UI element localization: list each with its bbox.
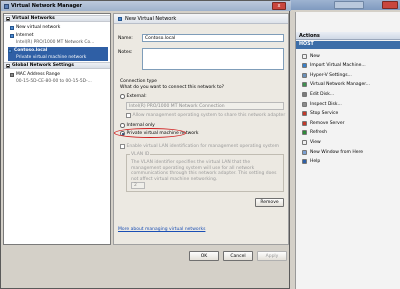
dialog-title: Virtual Network Manager [11, 3, 83, 9]
window-close-button[interactable] [382, 1, 398, 9]
remove-icon [302, 120, 307, 126]
vlan-groupbox: VLAN ID The VLAN identifier specifies th… [126, 152, 284, 192]
content-header: New Virtual Network [114, 14, 288, 24]
action-item-label: Import Virtual Machine... [310, 63, 366, 69]
tree-section-virtual-networks[interactable]: Virtual Networks [4, 15, 110, 22]
network-properties-pane: New Virtual Network Name: Contoso.local … [113, 13, 289, 245]
tree-item-contoso-local[interactable]: Contoso.local [8, 47, 108, 54]
stop-icon [302, 111, 307, 117]
network-icon [8, 48, 12, 53]
new-icon [302, 53, 307, 59]
tree-item-new-virtual-network[interactable]: New virtual network [10, 24, 114, 31]
action-item[interactable]: Virtual Network Manager... [302, 81, 398, 89]
action-item-label: Remove Server [310, 120, 345, 126]
action-item-label: New [310, 53, 320, 59]
name-input[interactable]: Contoso.local [142, 34, 284, 42]
collapse-icon[interactable] [6, 63, 10, 68]
action-item-label: New Window from Here [310, 149, 363, 155]
actions-panel: Actions HOST New Import Virtual Machine..… [295, 12, 400, 289]
mac-address-icon [10, 72, 14, 77]
apply-button[interactable]: Apply [257, 251, 287, 261]
action-item-label: Hyper-V Settings... [310, 72, 352, 78]
inspect-disk-icon [302, 101, 307, 107]
action-item[interactable]: Help [302, 158, 398, 166]
tree-section-global-network-settings[interactable]: Global Network Settings [4, 62, 110, 69]
notes-label: Notes: [118, 50, 133, 55]
network-tree: Virtual Networks New virtual network Int… [3, 13, 111, 245]
tree-item-mac-range-value: 00-15-5D-CE-80-00 to 00-15-5D-... [16, 79, 92, 84]
action-item-label: Refresh [310, 130, 327, 136]
action-item[interactable]: New Window from Here [302, 148, 398, 156]
vlan-id-label: VLAN ID [130, 152, 151, 157]
connection-question: What do you want to connect this network… [120, 85, 225, 90]
actions-header: Actions [296, 32, 400, 40]
action-item[interactable]: Hyper-V Settings... [302, 71, 398, 79]
allow-management-checkbox[interactable] [126, 113, 131, 118]
network-icon [118, 16, 122, 21]
red-annotation-mark [114, 128, 186, 138]
action-item-label: Edit Disk... [310, 91, 335, 97]
action-item-label: Help [310, 159, 321, 165]
internal-radio[interactable] [120, 123, 125, 128]
allow-management-option[interactable]: Allow management operating system to sha… [126, 113, 285, 118]
action-item[interactable]: Refresh [302, 129, 398, 137]
vlan-enable-option[interactable]: Enable virtual LAN identification for ma… [120, 144, 279, 149]
more-about-virtual-networks-link[interactable]: More about managing virtual networks [118, 227, 205, 232]
network-manager-icon [4, 3, 9, 9]
vlan-id-input[interactable]: 2 [131, 182, 145, 189]
action-item[interactable]: Inspect Disk... [302, 100, 398, 108]
remove-button[interactable]: Remove [255, 198, 284, 207]
action-item[interactable]: Stop Service [302, 110, 398, 118]
ok-button[interactable]: OK [189, 251, 219, 261]
collapse-icon[interactable] [6, 16, 10, 21]
external-option[interactable]: External: [120, 94, 147, 99]
action-item-label: Virtual Network Manager... [310, 82, 370, 88]
action-item-label: Stop Service [310, 111, 339, 117]
action-item[interactable]: New [302, 52, 398, 60]
window-min-max-buttons[interactable] [334, 1, 364, 9]
action-item[interactable]: Import Virtual Machine... [302, 62, 398, 70]
action-item[interactable]: Edit Disk... [302, 90, 398, 98]
notes-textarea[interactable] [142, 48, 284, 70]
connection-type-label: Connection type [120, 79, 157, 84]
action-item[interactable]: View [302, 138, 398, 146]
action-item-label: Inspect Disk... [310, 101, 342, 107]
help-icon [302, 159, 307, 165]
network-icon [10, 25, 14, 30]
tree-item-mac-address-range[interactable]: MAC Address Range [10, 71, 114, 78]
network-manager-icon [302, 82, 307, 88]
tree-item-internet-adapter: Intel(R) PRO/1000 MT Network Co... [16, 40, 95, 45]
vlan-description: The VLAN identifier specifies the virtua… [131, 160, 277, 182]
tree-item-contoso-type: Private virtual machine network [8, 54, 108, 61]
action-item[interactable]: Remove Server [302, 119, 398, 127]
tree-item-internet[interactable]: Internet [10, 32, 114, 39]
external-radio[interactable] [120, 94, 125, 99]
dialog-titlebar: Virtual Network Manager [1, 1, 291, 11]
dialog-close-button[interactable]: x [272, 2, 286, 10]
cancel-button[interactable]: Cancel [223, 251, 253, 261]
network-icon [10, 33, 14, 38]
external-adapter-select[interactable]: Intel(R) PRO/1000 MT Network Connection [126, 102, 284, 110]
name-label: Name: [118, 36, 133, 41]
vlan-enable-checkbox[interactable] [120, 144, 125, 149]
dialog-footer-buttons: OK Cancel Apply [151, 251, 287, 261]
import-vm-icon [302, 63, 307, 69]
new-window-icon [302, 149, 307, 155]
edit-disk-icon [302, 91, 307, 97]
refresh-icon [302, 130, 307, 136]
action-item-label: View [310, 139, 321, 145]
actions-host-header[interactable]: HOST [296, 41, 400, 49]
settings-icon [302, 72, 307, 78]
view-icon [302, 139, 307, 145]
virtual-network-manager-dialog: Virtual Network Manager x Virtual Networ… [0, 0, 291, 289]
